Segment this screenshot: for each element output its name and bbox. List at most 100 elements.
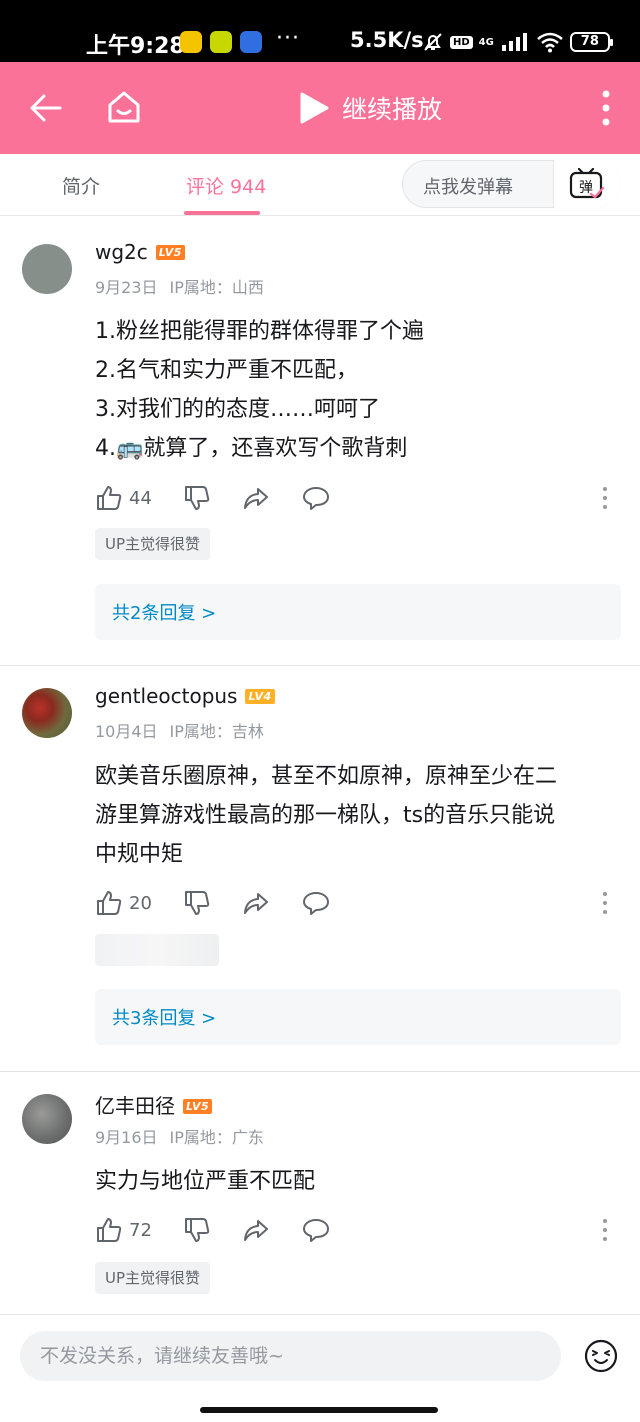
battery-indicator: 78 <box>569 32 613 52</box>
avatar[interactable] <box>22 244 72 294</box>
comment-line: 3.对我们的的态度……呵呵了 <box>95 397 380 422</box>
thumbs-up-icon <box>97 486 122 510</box>
comment-bubble-icon <box>303 487 329 510</box>
username-text: 亿丰田径 <box>95 1094 175 1118</box>
comment-line: 中规中矩 <box>95 842 184 867</box>
reply-button[interactable] <box>302 483 330 513</box>
status-bar: 上午9:28 ··· 5.5K/s HD 4G 78 <box>0 0 640 62</box>
danmaku-placeholder: 点我发弹幕 <box>423 177 513 198</box>
browser-app-icon <box>240 31 262 53</box>
like-count: 20 <box>129 892 152 914</box>
comment-line: 4.🚌就算了，还喜欢写个歌背刺 <box>95 436 408 461</box>
replies-count: 共3条回复 > <box>112 1008 217 1029</box>
share-arrow-icon <box>244 488 268 509</box>
share-arrow-icon <box>244 893 268 914</box>
comment-more-icon[interactable] <box>598 485 612 511</box>
level-badge: LV4 <box>245 689 275 704</box>
tab-comments[interactable]: 评论 944 <box>186 172 266 199</box>
comment-more-icon[interactable] <box>598 1217 612 1243</box>
comment-item: 亿丰田径 LV5 9月16日 IP属地：广东 实力与地位严重不匹配 72 UP主觉得… <box>0 1072 640 1314</box>
weibo-app-icon <box>180 31 202 53</box>
back-arrow-icon[interactable] <box>28 90 64 126</box>
network-speed: 5.5K/s <box>350 28 424 52</box>
view-replies-button[interactable]: 共2条回复 > <box>95 584 621 640</box>
comment-actions: 44 <box>95 483 620 513</box>
wifi-icon <box>537 32 563 53</box>
share-button[interactable] <box>242 888 270 918</box>
comment-text[interactable]: 1.粉丝把能得罪的群体得罪了个遍 2.名气和实力严重不匹配， 3.对我们的的态度… <box>95 312 615 468</box>
dislike-button[interactable] <box>183 1215 211 1245</box>
comment-item: gentleoctopus LV4 10月4日 IP属地：吉林 欧美音乐圈原神，甚至… <box>0 666 640 1071</box>
comment-actions: 72 <box>95 1215 620 1245</box>
comment-date: 9月16日 <box>95 1128 158 1147</box>
comment-username[interactable]: wg2c LV5 <box>95 240 185 264</box>
reply-button[interactable] <box>302 1215 330 1245</box>
comment-item: wg2c LV5 9月23日 IP属地：山西 1.粉丝把能得罪的群体得罪了个遍 2.… <box>0 222 640 665</box>
tab-intro[interactable]: 简介 <box>62 172 100 199</box>
like-button[interactable]: 20 <box>95 888 152 918</box>
home-indicator[interactable] <box>200 1407 438 1413</box>
danmaku-input[interactable]: 点我发弹幕 弹 <box>402 160 620 208</box>
comment-input[interactable]: 不发没关系，请继续友善哦~ <box>20 1331 561 1381</box>
video-header: 继续播放 <box>0 62 640 154</box>
more-notifications-indicator: ··· <box>276 26 300 51</box>
like-count: 72 <box>129 1219 152 1241</box>
like-button[interactable]: 72 <box>95 1215 152 1245</box>
danmaku-tv-icon: 弹 <box>569 168 605 199</box>
app-notification-icon <box>210 31 232 53</box>
comment-actions: 20 <box>95 888 620 918</box>
up-liked-tag: UP主觉得很赞 <box>95 1262 211 1294</box>
replies-count: 共2条回复 > <box>112 603 217 624</box>
comment-ip: IP属地：吉林 <box>169 722 264 741</box>
comment-meta: 10月4日 IP属地：吉林 <box>95 718 264 742</box>
comment-date: 9月23日 <box>95 278 158 297</box>
dislike-button[interactable] <box>183 888 211 918</box>
comment-line: 实力与地位严重不匹配 <box>95 1169 316 1194</box>
thumbs-down-icon <box>185 1218 210 1242</box>
comment-input-bar: 不发没关系，请继续友善哦~ <box>0 1314 640 1422</box>
comment-ip: IP属地：山西 <box>169 278 264 297</box>
dislike-button[interactable] <box>183 483 211 513</box>
thumbs-down-icon <box>185 486 210 510</box>
thumbs-down-icon <box>185 891 210 915</box>
comment-line: 游里算游戏性最高的那一梯队，ts的音乐只能说 <box>95 803 556 828</box>
status-icons: HD 4G 78 <box>422 30 613 54</box>
tab-bar: 简介 评论 944 点我发弹幕 弹 <box>0 154 640 216</box>
share-button[interactable] <box>242 1215 270 1245</box>
comment-more-icon[interactable] <box>598 890 612 916</box>
hd-badge: HD <box>450 35 473 49</box>
share-button[interactable] <box>242 483 270 513</box>
view-replies-button[interactable]: 共3条回复 > <box>95 989 621 1045</box>
comment-meta: 9月16日 IP属地：广东 <box>95 1124 264 1148</box>
up-liked-tag: UP主觉得很赞 <box>95 528 211 560</box>
comment-bubble-icon <box>303 1219 329 1242</box>
blurred-tag <box>95 934 219 966</box>
username-text: wg2c <box>95 240 148 264</box>
danmaku-toggle-button[interactable]: 弹 <box>553 160 620 208</box>
play-icon[interactable] <box>298 91 330 125</box>
avatar[interactable] <box>22 1094 72 1144</box>
continue-playing-button[interactable]: 继续播放 <box>342 90 442 126</box>
comment-username[interactable]: gentleoctopus LV4 <box>95 684 275 708</box>
username-text: gentleoctopus <box>95 684 238 708</box>
more-vertical-icon[interactable] <box>596 88 616 128</box>
comment-meta: 9月23日 IP属地：山西 <box>95 274 264 298</box>
comment-username[interactable]: 亿丰田径 LV5 <box>95 1090 213 1119</box>
network-type: 4G <box>478 36 494 48</box>
status-time: 上午9:28 <box>86 34 185 59</box>
thumbs-up-icon <box>97 1218 122 1242</box>
home-icon[interactable] <box>104 87 144 127</box>
comment-bubble-icon <box>303 892 329 915</box>
avatar[interactable] <box>22 688 72 738</box>
mute-bell-icon <box>424 33 442 51</box>
emoji-icon[interactable] <box>584 1339 618 1373</box>
like-button[interactable]: 44 <box>95 483 152 513</box>
thumbs-up-icon <box>97 891 122 915</box>
reply-button[interactable] <box>302 888 330 918</box>
comment-text[interactable]: 欧美音乐圈原神，甚至不如原神，原神至少在二 游里算游戏性最高的那一梯队，ts的音… <box>95 757 615 874</box>
comment-date: 10月4日 <box>95 722 158 741</box>
signal-icon <box>501 33 527 51</box>
comment-text[interactable]: 实力与地位严重不匹配 <box>95 1162 615 1201</box>
level-badge: LV5 <box>155 245 185 260</box>
comment-ip: IP属地：广东 <box>169 1128 264 1147</box>
